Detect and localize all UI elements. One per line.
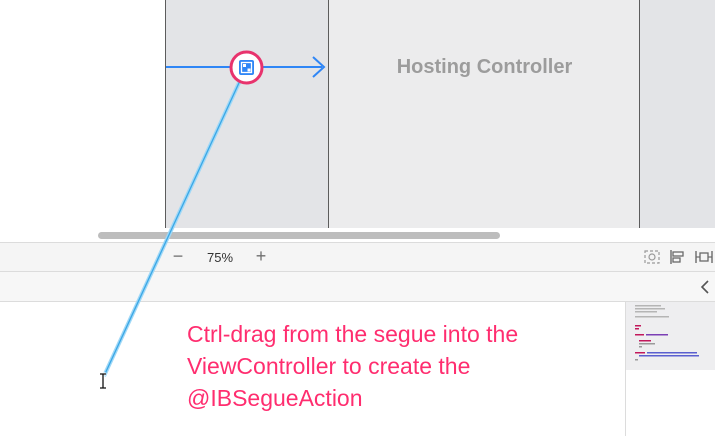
adjacent-scene[interactable] (640, 0, 715, 228)
editor-jump-bar (0, 272, 715, 302)
hosting-controller-scene[interactable] (329, 0, 640, 228)
instruction-annotation: Ctrl-drag from the segue into the ViewCo… (187, 321, 519, 411)
hosting-controller-title: Hosting Controller (396, 56, 573, 78)
align-icon[interactable] (668, 248, 688, 266)
segue-icon[interactable] (229, 50, 264, 85)
pin-icon[interactable] (694, 248, 714, 266)
chevron-left-icon[interactable] (698, 277, 712, 297)
minimap-code-lines (635, 305, 699, 361)
view-controller-scene[interactable] (165, 0, 329, 228)
ibeam-cursor-icon (100, 372, 106, 390)
canvas-zoom-bar (0, 242, 715, 272)
zoom-level-label: 75% (206, 250, 234, 265)
zoom-out-button[interactable]: − (169, 245, 187, 267)
horizontal-scrollbar-thumb[interactable] (98, 232, 500, 239)
scene-preview-icon[interactable] (642, 248, 662, 266)
zoom-in-button[interactable]: + (252, 245, 270, 267)
